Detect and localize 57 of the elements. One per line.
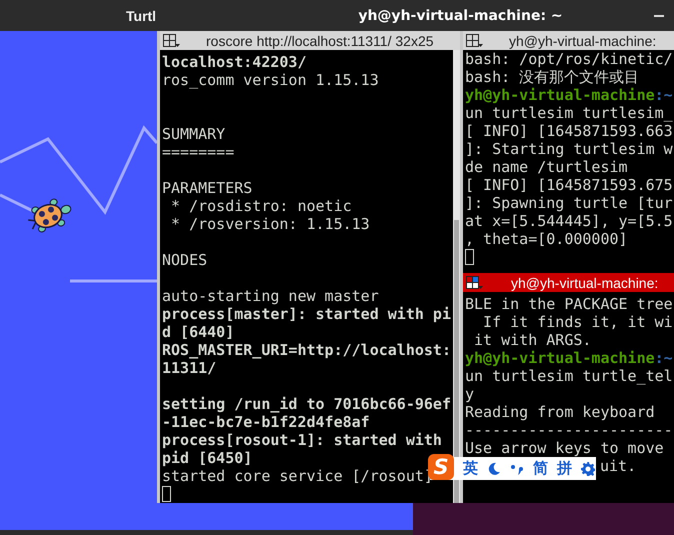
terminal-line: y (465, 385, 474, 403)
terminal-line: setting /run_id to 7016bc66-96ef (162, 395, 451, 413)
terminal-line: ----------------------- (465, 421, 673, 439)
terminal-line: Reading from keyboard (465, 403, 655, 421)
terminal-line: it with ARGS. (473, 331, 592, 349)
terminal-line: ROS_MASTER_URI=http://localhost: (162, 341, 451, 359)
turtle-drawing (27, 198, 72, 232)
moon-icon[interactable] (487, 462, 501, 476)
layout-icon[interactable] (466, 276, 483, 290)
terminal-line: ]: Spawning turtle [tur (465, 194, 673, 212)
terminal-line: auto-starting new master (162, 287, 379, 305)
window-title: Turtl (126, 8, 156, 24)
terminal-line: pid [6450] (162, 449, 252, 467)
terminal-line: bash: 没有那个文件或目 (465, 68, 640, 86)
terminal-line: PARAMETERS (162, 179, 252, 197)
terminal-line: [ INFO] [1645871593.675 (465, 176, 673, 194)
ime-toggle[interactable]: 拼 (557, 459, 572, 478)
scrollbar[interactable] (453, 50, 460, 503)
terminal-line: un turtlesim turtlesim_ (465, 104, 673, 122)
terminal-line: un turtlesim turtle_tel (465, 367, 673, 385)
pane-title: yh@yh-virtual-machine: (511, 274, 658, 290)
terminal-line: localhost:42203/ (162, 53, 306, 71)
layout-icon[interactable] (466, 34, 483, 48)
pane-header[interactable]: roscore http://localhost:11311/ 32x25 (160, 31, 460, 50)
terminal-line: Use arrow keys to move (465, 439, 664, 457)
pane-header[interactable]: yh@yh-virtual-machine: (463, 31, 674, 50)
pane-header[interactable]: yh@yh-virtual-machine: (463, 273, 674, 292)
terminal-line: SUMMARY (162, 125, 226, 143)
terminal-line: 11311/ (162, 359, 216, 377)
prompt-line: yh@yh-virtual-machine:~ (465, 349, 673, 367)
window-title: yh@yh-virtual-machine: ~ (358, 8, 563, 24)
pane-title: yh@yh-virtual-machine: (509, 32, 656, 48)
terminal-line: at x=[5.544445], y=[5.5 (465, 212, 673, 230)
terminal-line: bash: /opt/ros/kinetic/ (465, 50, 673, 68)
terminal-line: [ INFO] [1645871593.663 (465, 122, 673, 140)
terminal-line: process[rosout-1]: started with (162, 431, 442, 449)
terminal-line: ]: Starting turtlesim w (465, 140, 673, 158)
terminal-line: de name /turtlesim (465, 158, 628, 176)
terminal-line: process[master]: started with pi (162, 305, 451, 323)
terminal-line: * /rosversion: 1.15.13 (170, 215, 370, 233)
terminal-line: NODES (162, 251, 208, 269)
pane-title: roscore http://localhost:11311/ 32x25 (206, 32, 434, 48)
terminal-line: , theta=[0.000000] (465, 230, 628, 248)
terminal-line: uit. (600, 457, 636, 475)
layout-icon[interactable] (163, 34, 180, 48)
prompt-line: yh@yh-virtual-machine:~ (465, 86, 673, 104)
terminal-line: * /rosdistro: noetic (170, 197, 352, 215)
terminal-line: ======== (162, 143, 234, 161)
terminal-line: -11ec-bc7e-b1f22d4fe8af (162, 413, 370, 431)
ime-toggle[interactable]: 简 (533, 459, 548, 478)
settings-icon[interactable] (581, 462, 595, 476)
ime-toggle[interactable]: 英 (463, 459, 478, 478)
logo[interactable]: S (428, 454, 454, 480)
terminal-line: d [6440] (162, 323, 234, 341)
terminal-line: ros_comm version 1.15.13 (162, 71, 379, 89)
terminal-line: If it finds it, it wi (482, 313, 673, 331)
terminal-line: BLE in the PACKAGE tree (465, 295, 673, 313)
